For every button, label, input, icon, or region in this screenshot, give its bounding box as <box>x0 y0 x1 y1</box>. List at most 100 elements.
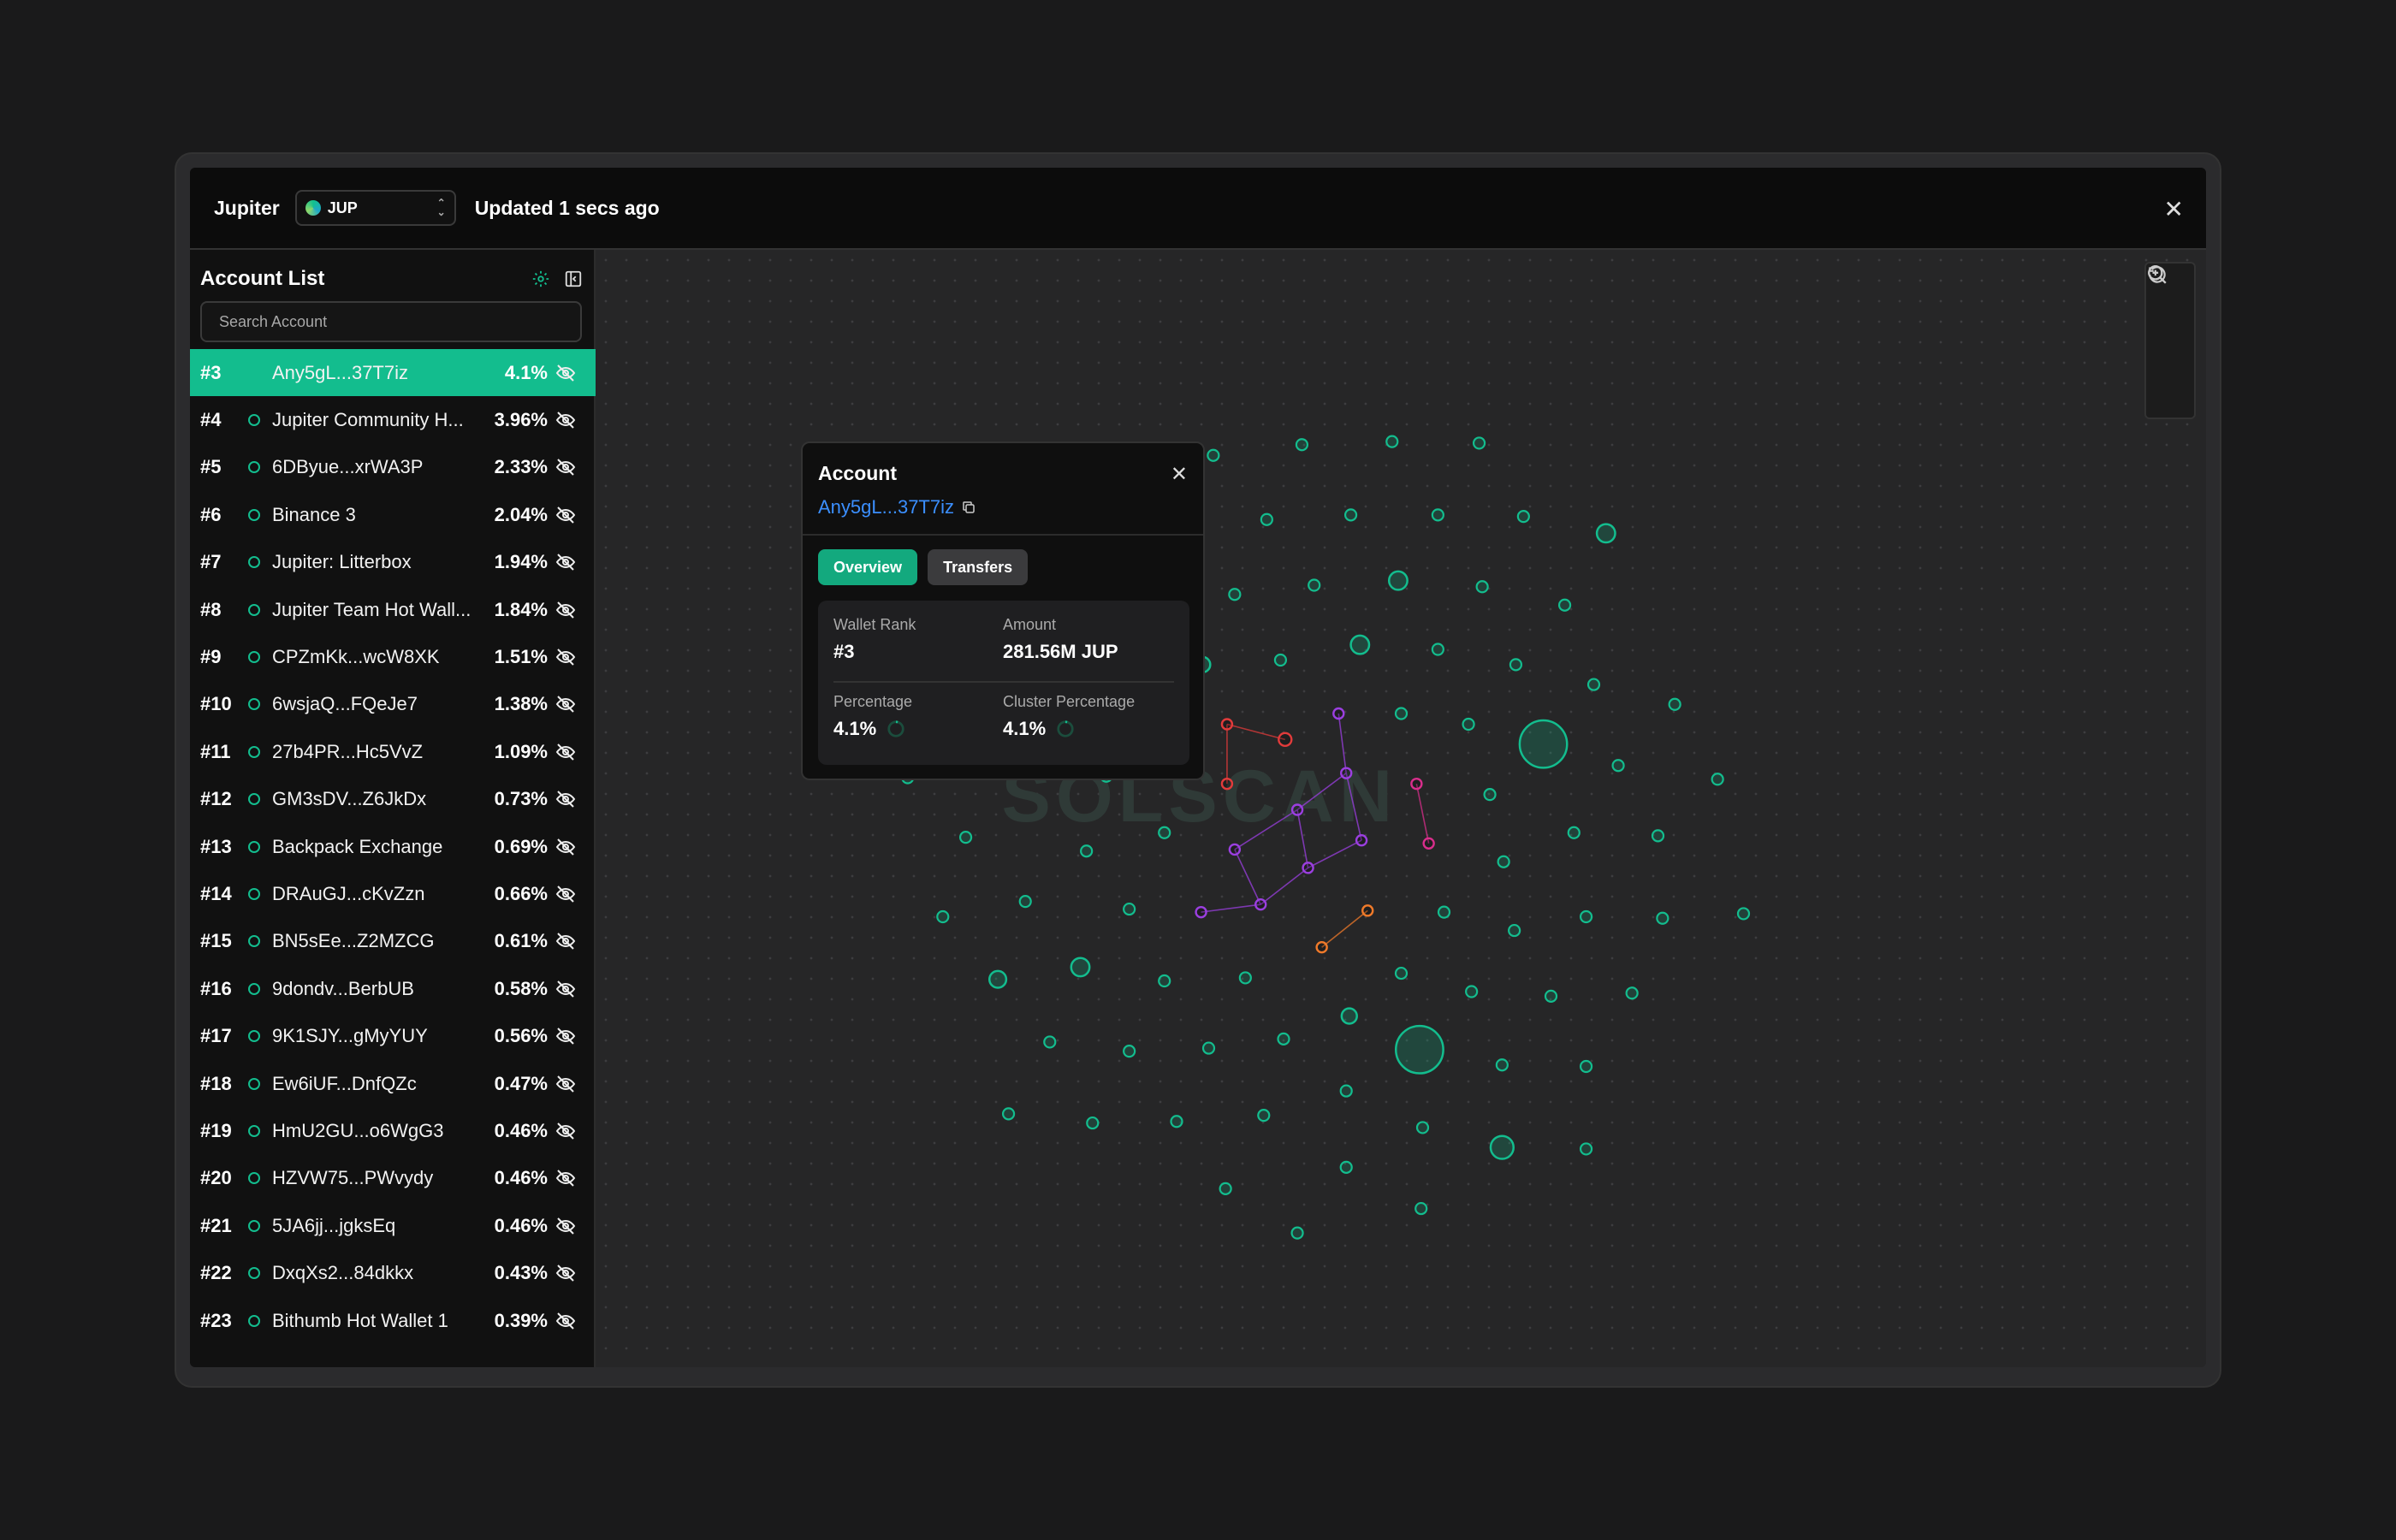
wallet-node-large[interactable] <box>1349 634 1371 655</box>
eye-off-icon[interactable] <box>553 1263 578 1283</box>
magenta-cluster-node[interactable] <box>1422 837 1435 850</box>
wallet-node[interactable] <box>1509 658 1523 672</box>
wallet-node[interactable] <box>1170 1115 1183 1128</box>
eye-off-icon[interactable] <box>553 884 578 904</box>
wallet-node[interactable] <box>1207 448 1220 462</box>
purple-cluster-node[interactable] <box>1332 707 1345 720</box>
wallet-node[interactable] <box>1586 678 1601 691</box>
wallet-node[interactable] <box>1483 788 1497 802</box>
account-row[interactable]: #21 5JA6jj...jgksEq 0.46% <box>190 1202 596 1249</box>
eye-off-icon[interactable] <box>553 931 578 951</box>
purple-cluster-node[interactable] <box>1290 803 1304 816</box>
wallet-node[interactable] <box>1080 844 1094 858</box>
account-row[interactable]: #14 DRAuGJ...cKvZzn 0.66% <box>190 870 596 917</box>
magenta-cluster-node[interactable] <box>1410 777 1423 791</box>
wallet-node[interactable] <box>1431 508 1444 522</box>
wallet-node[interactable] <box>1668 697 1681 711</box>
wallet-node-large[interactable] <box>1340 1007 1358 1025</box>
gear-icon[interactable] <box>529 267 553 291</box>
eye-off-icon[interactable] <box>553 410 578 430</box>
eye-off-icon[interactable] <box>553 363 578 383</box>
eye-off-icon[interactable] <box>553 457 578 477</box>
orange-cluster-node[interactable] <box>1315 941 1328 954</box>
wallet-node-large[interactable] <box>1395 1024 1444 1075</box>
account-row[interactable]: #12 GM3sDV...Z6JkDx 0.73% <box>190 776 596 823</box>
wallet-node[interactable] <box>1394 707 1409 720</box>
wallet-node[interactable] <box>1414 1201 1428 1216</box>
eye-off-icon[interactable] <box>553 1168 578 1188</box>
wallet-node[interactable] <box>1343 508 1358 522</box>
account-row[interactable]: #20 HZVW75...PWvydy 0.46% <box>190 1155 596 1202</box>
wallet-node[interactable] <box>1557 598 1572 612</box>
wallet-node[interactable] <box>1123 902 1136 916</box>
account-row[interactable]: #16 9dondv...BerbUB 0.58% <box>190 965 596 1012</box>
wallet-node[interactable] <box>1277 1032 1290 1045</box>
wallet-node[interactable] <box>1415 1121 1430 1134</box>
wallet-node[interactable] <box>1308 578 1321 592</box>
wallet-node[interactable] <box>1497 855 1510 868</box>
eye-off-icon[interactable] <box>553 1074 578 1094</box>
wallet-node[interactable] <box>1625 986 1639 1000</box>
eye-off-icon[interactable] <box>553 742 578 762</box>
wallet-node[interactable] <box>1611 759 1625 773</box>
wallet-node[interactable] <box>1001 1107 1016 1121</box>
account-row[interactable]: #10 6wsjaQ...FQeJe7 1.38% <box>190 681 596 728</box>
account-row[interactable]: #5 6DByue...xrWA3P 2.33% <box>190 444 596 491</box>
wallet-node[interactable] <box>1273 653 1288 667</box>
close-icon[interactable]: ✕ <box>2164 195 2184 223</box>
copy-icon[interactable] <box>961 500 976 515</box>
account-row[interactable]: #11 27b4PR...Hc5VvZ 1.09% <box>190 728 596 775</box>
wallet-node[interactable] <box>1736 907 1751 921</box>
close-icon[interactable]: ✕ <box>1171 462 1188 487</box>
wallet-node-large[interactable] <box>1595 523 1616 544</box>
wallet-node[interactable] <box>1462 717 1475 732</box>
wallet-node[interactable] <box>1711 773 1724 786</box>
wallet-node[interactable] <box>1201 1041 1216 1055</box>
wallet-node[interactable] <box>1290 1226 1304 1240</box>
zoom-in-icon[interactable] <box>2146 265 2194 366</box>
eye-off-icon[interactable] <box>553 505 578 525</box>
wallet-node[interactable] <box>1567 826 1581 839</box>
red-cluster-node[interactable] <box>1220 718 1234 731</box>
wallet-node[interactable] <box>1579 1142 1593 1156</box>
wallet-node[interactable] <box>1158 826 1171 839</box>
wallet-node-large[interactable] <box>1387 570 1409 591</box>
wallet-node[interactable] <box>1437 905 1451 919</box>
wallet-node[interactable] <box>1260 512 1273 526</box>
account-row[interactable]: #13 Backpack Exchange 0.69% <box>190 823 596 870</box>
wallet-node[interactable] <box>1472 436 1486 450</box>
account-row[interactable]: #8 Jupiter Team Hot Wall... 1.84% <box>190 586 596 633</box>
eye-off-icon[interactable] <box>553 789 578 809</box>
wallet-node[interactable] <box>1086 1116 1100 1130</box>
wallet-node-large[interactable] <box>1518 719 1569 769</box>
wallet-node[interactable] <box>936 909 950 924</box>
eye-off-icon[interactable] <box>553 694 578 714</box>
eye-off-icon[interactable] <box>553 1216 578 1236</box>
account-row[interactable]: #6 Binance 3 2.04% <box>190 491 596 538</box>
wallet-node[interactable] <box>958 831 973 844</box>
purple-cluster-node[interactable] <box>1355 834 1368 847</box>
wallet-node[interactable] <box>1508 923 1521 938</box>
wallet-node[interactable] <box>1018 895 1032 909</box>
eye-off-icon[interactable] <box>553 1026 578 1046</box>
account-row[interactable]: #17 9K1SJY...gMyYUY 0.56% <box>190 1012 596 1059</box>
red-cluster-node[interactable] <box>1220 777 1234 791</box>
account-row[interactable]: #9 CPZmKk...wcW8XK 1.51% <box>190 633 596 680</box>
wallet-node[interactable] <box>1394 966 1409 980</box>
wallet-node[interactable] <box>1579 1059 1593 1074</box>
wallet-node-large[interactable] <box>1070 957 1091 978</box>
eye-off-icon[interactable] <box>553 1311 578 1331</box>
wallet-node[interactable] <box>1043 1035 1057 1049</box>
wallet-node-large[interactable] <box>988 969 1008 989</box>
account-row[interactable]: #4 Jupiter Community H... 3.96% <box>190 396 596 443</box>
wallet-node[interactable] <box>1257 1109 1271 1122</box>
wallet-node[interactable] <box>1123 1045 1136 1058</box>
purple-cluster-node[interactable] <box>1228 843 1242 856</box>
account-row[interactable]: #22 DxqXs2...84dkkx 0.43% <box>190 1249 596 1296</box>
wallet-node[interactable] <box>1339 1160 1353 1174</box>
account-row[interactable]: #7 Jupiter: Litterbox 1.94% <box>190 539 596 586</box>
wallet-node[interactable] <box>1656 911 1669 925</box>
account-row[interactable]: #15 BN5sEe...Z2MZCG 0.61% <box>190 918 596 965</box>
bubble-map-canvas[interactable]: SOLSCAN <box>596 250 2206 1367</box>
tab-overview[interactable]: Overview <box>818 549 918 585</box>
